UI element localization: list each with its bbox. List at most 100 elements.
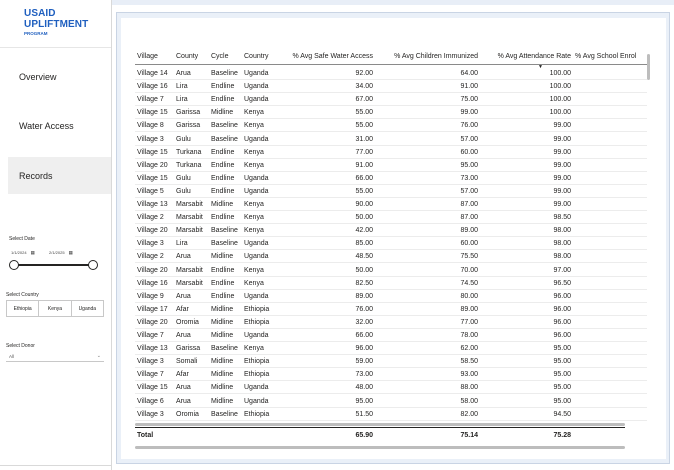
table-row[interactable]: Village 9 Arua Endline Uganda 89.00 80.00 96.0… (135, 290, 647, 303)
table-row[interactable]: Village 3 Gulu Baseline Uganda 31.00 57.00 99.… (135, 133, 647, 146)
cell-safe-water: 55.00 (355, 109, 373, 117)
col-header-village[interactable]: Village (137, 48, 158, 64)
vertical-scrollbar[interactable] (647, 54, 650, 80)
calendar-icon[interactable]: ▦ (69, 250, 73, 256)
cell-cycle: Endline (211, 266, 235, 274)
cell-immunized: 60.00 (460, 148, 478, 156)
table-row[interactable]: Village 7 Arua Midline Uganda 66.00 78.00 96.0… (135, 329, 647, 342)
cell-attendance: 100.00 (549, 83, 571, 91)
nav-records[interactable]: Records (8, 157, 111, 194)
nav-overview[interactable]: Overview (8, 58, 111, 95)
cell-country: Ethiopia (244, 305, 270, 313)
table-row[interactable]: Village 15 Garissa Midline Kenya 55.00 99.00 1… (135, 106, 647, 120)
table-row[interactable]: Village 16 Marsabit Endline Kenya 82.50 74.50… (135, 277, 647, 290)
cell-county: Marsabit (176, 214, 203, 222)
slider-start-handle[interactable] (9, 260, 19, 270)
table-row[interactable]: Village 13 Marsabit Midline Kenya 90.00 87.00… (135, 198, 647, 211)
cell-country: Kenya (244, 227, 264, 235)
horizontal-scrollbar[interactable] (135, 422, 625, 426)
cell-country: Uganda (244, 187, 269, 195)
cell-county: Garissa (176, 345, 201, 353)
cell-country: Uganda (244, 135, 269, 143)
cell-country: Kenya (244, 148, 264, 156)
cell-attendance: 95.00 (553, 371, 571, 379)
table-row[interactable]: Village 7 Lira Endline Uganda 67.00 75.00 100.… (135, 93, 647, 107)
table-row[interactable]: Village 5 Gulu Endline Uganda 55.00 57.00 99.0… (135, 185, 647, 198)
cell-safe-water: 42.00 (355, 227, 373, 235)
table-row[interactable]: Village 8 Garissa Baseline Kenya 55.00 76.00 9… (135, 119, 647, 133)
cell-village: Village 17 (137, 305, 168, 313)
horizontal-scrollbar-bottom[interactable] (135, 445, 625, 449)
table-row[interactable]: Village 6 Arua Midline Uganda 95.00 58.00 95.0… (135, 395, 647, 408)
country-option-ethiopia[interactable]: Ethiopia (7, 301, 40, 316)
cell-immunized: 57.00 (460, 135, 478, 143)
table-row[interactable]: Village 3 Lira Baseline Uganda 85.00 60.00 98.… (135, 237, 647, 251)
slider-end-handle[interactable] (88, 260, 98, 270)
cell-cycle: Endline (211, 161, 235, 169)
cell-immunized: 78.00 (460, 332, 478, 339)
cell-country: Kenya (244, 266, 264, 274)
nav-water-access[interactable]: Water Access (8, 107, 111, 144)
cell-safe-water: 95.00 (355, 397, 373, 405)
col-header-safe-water[interactable]: % Avg Safe Water Access (281, 48, 373, 64)
country-option-kenya[interactable]: Kenya (39, 301, 72, 316)
cell-immunized: 57.00 (460, 187, 478, 195)
chevron-down-icon: ⌄ (96, 353, 101, 359)
cell-safe-water: 48.50 (355, 253, 373, 261)
table-row[interactable]: Village 3 Somali Midline Ethiopia 59.00 58.50… (135, 355, 647, 369)
table-row[interactable]: Village 14 Arua Baseline Uganda 92.00 64.00 10… (135, 67, 647, 80)
cell-attendance: 98.00 (553, 227, 571, 235)
end-date-input[interactable]: 2/1/2025 ▦ (49, 248, 73, 257)
cell-immunized: 87.00 (460, 201, 478, 208)
col-header-country[interactable]: Country (244, 48, 269, 64)
table-row[interactable]: Village 16 Lira Endline Uganda 34.00 91.00 100… (135, 80, 647, 94)
cell-safe-water: 90.00 (355, 201, 373, 208)
cell-village: Village 15 (137, 109, 168, 117)
cell-county: Lira (176, 240, 188, 248)
cell-attendance: 96.00 (553, 292, 571, 300)
table-row[interactable]: Village 15 Gulu Endline Uganda 66.00 73.00 99.… (135, 172, 647, 185)
cell-county: Afar (176, 371, 189, 379)
cell-county: Oromia (176, 318, 199, 326)
col-header-attendance[interactable]: % Avg Attendance Rate (482, 48, 571, 64)
table-row[interactable]: Village 15 Turkana Endline Kenya 77.00 60.00 9… (135, 146, 647, 159)
col-header-county[interactable]: County (176, 48, 198, 64)
donor-dropdown[interactable]: All ⌄ (6, 351, 104, 362)
col-header-cycle[interactable]: Cycle (211, 48, 229, 64)
col-header-school-enrol[interactable]: % Avg School Enrol (575, 48, 636, 64)
cell-attendance: 99.00 (553, 122, 571, 130)
cell-safe-water: 50.00 (355, 266, 373, 274)
table-row[interactable]: Village 7 Afar Midline Ethiopia 73.00 93.00 95… (135, 368, 647, 382)
cell-country: Uganda (244, 332, 269, 339)
start-date-input[interactable]: 1/1/2024 ▦ (11, 248, 35, 257)
cell-safe-water: 34.00 (355, 83, 373, 91)
col-header-immunized[interactable]: % Avg Children Immunized (377, 48, 478, 64)
cell-immunized: 60.00 (460, 240, 478, 248)
table-row[interactable]: Village 20 Marsabit Endline Kenya 50.00 70.00… (135, 264, 647, 277)
table-row[interactable]: Village 15 Arua Midline Uganda 48.00 88.00 95.… (135, 381, 647, 395)
cell-county: Gulu (176, 187, 191, 195)
sidebar: USAID UPLIFTMENT PROGRAM Overview Water … (0, 0, 112, 470)
cell-county: Arua (176, 384, 191, 392)
cell-attendance: 95.00 (553, 358, 571, 366)
cell-cycle: Baseline (211, 227, 238, 235)
table-row[interactable]: Village 20 Turkana Endline Kenya 91.00 95.00 9… (135, 159, 647, 172)
cell-cycle: Endline (211, 187, 235, 195)
table-row[interactable]: Village 20 Marsabit Baseline Kenya 42.00 89.0… (135, 224, 647, 238)
table-row[interactable]: Village 13 Garissa Baseline Kenya 96.00 62.00… (135, 342, 647, 356)
table-row[interactable]: Village 3 Oromia Baseline Ethiopia 51.50 82.0… (135, 408, 647, 421)
cell-immunized: 64.00 (460, 70, 478, 77)
cell-village: Village 13 (137, 201, 168, 208)
date-range-slider[interactable] (14, 264, 94, 266)
country-option-uganda[interactable]: Uganda (72, 301, 103, 316)
table-row[interactable]: Village 17 Afar Midline Ethiopia 76.00 89.00 9… (135, 303, 647, 316)
cell-safe-water: 76.00 (355, 305, 373, 313)
table-row[interactable]: Village 2 Arua Midline Uganda 48.50 75.50 98.0… (135, 250, 647, 264)
cell-cycle: Midline (211, 318, 234, 326)
calendar-icon[interactable]: ▦ (31, 250, 35, 256)
table-row[interactable]: Village 20 Oromia Midline Ethiopia 32.00 77.0… (135, 316, 647, 329)
cell-cycle: Midline (211, 332, 234, 339)
cell-immunized: 87.00 (460, 214, 478, 222)
cell-county: Afar (176, 305, 189, 313)
table-row[interactable]: Village 2 Marsabit Endline Kenya 50.00 87.00 9… (135, 211, 647, 225)
